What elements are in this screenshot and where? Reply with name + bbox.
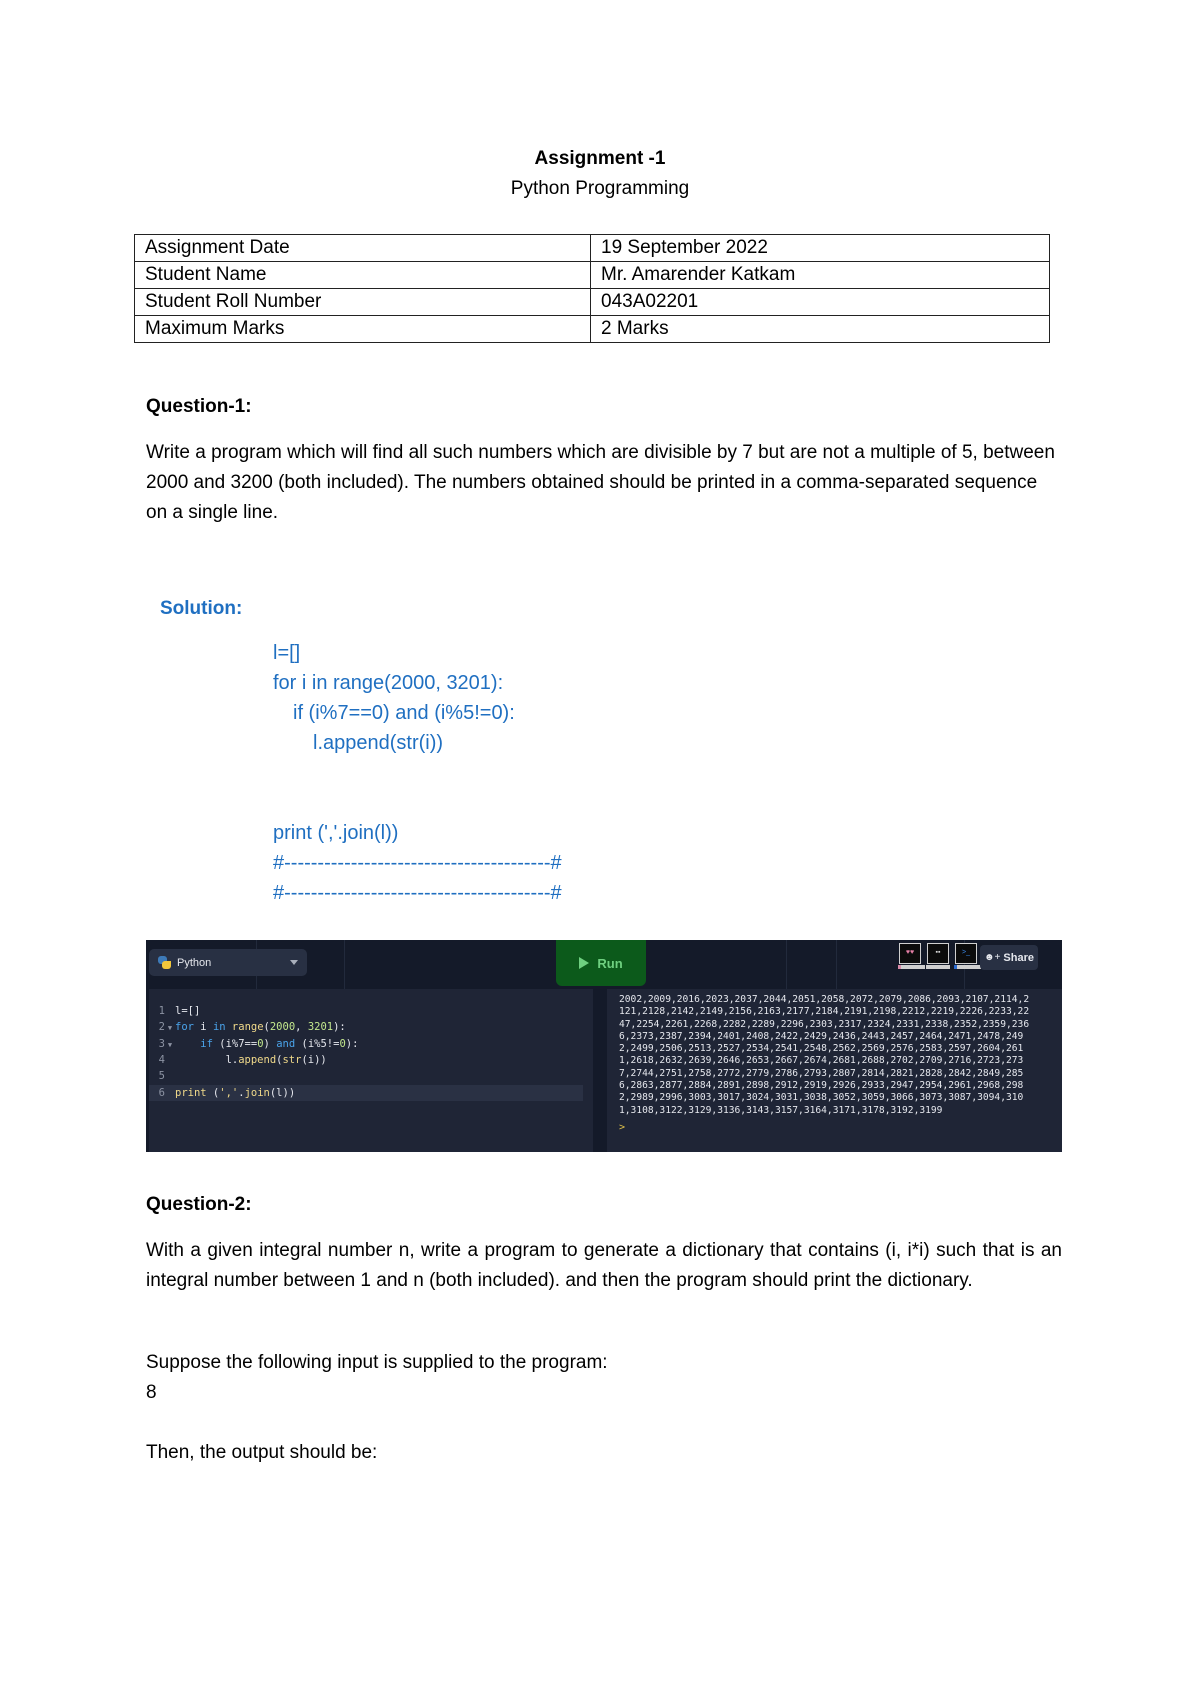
- console-output: 2002,2009,2016,2023,2037,2044,2051,2058,…: [619, 994, 1030, 1116]
- chevron-down-icon: [290, 960, 298, 965]
- code-token: ):: [333, 1021, 346, 1034]
- code-token: for: [175, 1021, 194, 1034]
- share-button[interactable]: ☻+ Share: [980, 945, 1038, 970]
- question-2-heading: Question-2:: [146, 1194, 252, 1215]
- info-value: Mr. Amarender Katkam: [590, 261, 1050, 289]
- assignment-info-table: Assignment Date 19 September 2022 Studen…: [134, 234, 1050, 343]
- pane-divider[interactable]: [594, 989, 607, 1152]
- code-token: (l)): [269, 1086, 296, 1099]
- fold-arrow-icon[interactable]: ▼: [165, 1037, 175, 1053]
- solution-code-line: print (','.join(l)): [273, 822, 399, 844]
- info-label: Student Name: [134, 261, 591, 289]
- language-select[interactable]: Python: [149, 949, 307, 976]
- input-value: 8: [146, 1382, 157, 1403]
- code-line[interactable]: 5: [149, 1068, 583, 1084]
- share-label: Share: [1003, 951, 1034, 964]
- line-number: 5: [158, 1070, 165, 1083]
- code-token: 3201: [307, 1021, 334, 1034]
- heart-eyes-avatar-icon[interactable]: ♥♥: [898, 943, 925, 970]
- code-token: ',': [219, 1086, 239, 1099]
- line-number: 1: [158, 1005, 165, 1017]
- play-icon: [579, 957, 590, 969]
- document-page: Assignment -1 Python Programming Assignm…: [0, 0, 1200, 1698]
- code-token: l=[]: [175, 1005, 201, 1017]
- info-label: Student Roll Number: [134, 288, 591, 316]
- code-token: l.: [175, 1053, 239, 1066]
- info-label: Assignment Date: [134, 234, 591, 262]
- code-token: join: [244, 1086, 270, 1099]
- solution-heading: Solution:: [160, 598, 243, 619]
- solution-code-line: l=[]: [273, 642, 301, 664]
- code-line[interactable]: 1 l=[]: [149, 1003, 583, 1019]
- solution-separator: #---------------------------------------…: [273, 852, 562, 874]
- neutral-face-avatar-icon[interactable]: ▪▪: [926, 943, 950, 970]
- code-token: print: [175, 1086, 207, 1099]
- code-token: (i)): [301, 1053, 327, 1066]
- question-1-heading: Question-1:: [146, 396, 252, 417]
- terminal-face-avatar-icon[interactable]: >_: [954, 943, 981, 970]
- assignment-title: Assignment -1: [534, 148, 666, 169]
- info-value: 043A02201: [590, 288, 1050, 316]
- add-user-icon: ☻+: [984, 952, 1001, 963]
- info-label: Maximum Marks: [134, 315, 591, 343]
- input-intro: Suppose the following input is supplied …: [146, 1352, 608, 1373]
- output-console[interactable]: 2002,2009,2016,2023,2037,2044,2051,2058,…: [607, 989, 1062, 1152]
- code-token: 2000: [269, 1021, 296, 1034]
- info-row: Assignment Date 19 September 2022: [134, 234, 1050, 262]
- code-line[interactable]: 4 l.append(str(i)): [149, 1052, 583, 1068]
- code-token: ,: [295, 1021, 308, 1034]
- code-token: ):: [345, 1037, 359, 1050]
- line-number: 2: [158, 1021, 165, 1034]
- info-row: Maximum Marks 2 Marks: [134, 315, 1050, 343]
- info-value: 19 September 2022: [590, 234, 1050, 262]
- run-label: Run: [597, 955, 623, 971]
- code-token: and: [276, 1037, 296, 1050]
- fold-arrow-icon[interactable]: ▼: [165, 1020, 175, 1036]
- code-line[interactable]: 3 ▼ if (i%7==0) and (i%5!=0):: [149, 1036, 583, 1052]
- code-token: in: [212, 1021, 226, 1034]
- course-subtitle: Python Programming: [510, 178, 690, 199]
- line-number: 6: [158, 1086, 165, 1099]
- collaborator-avatars: ♥♥ ▪▪ >_: [898, 943, 981, 970]
- info-row: Student Roll Number 043A02201: [134, 288, 1050, 316]
- info-value: 2 Marks: [590, 315, 1050, 343]
- question-1-text: Write a program which will find all such…: [146, 442, 1055, 523]
- code-editor[interactable]: 1 l=[] 2 ▼ for i in range(2000, 3201): 3 ▼ if …: [149, 989, 593, 1152]
- run-button[interactable]: Run: [556, 940, 646, 986]
- ide-screenshot: Python Run ♥♥ ▪▪ >_ ☻+ Share 1 l=[] 2 ▼ for …: [146, 940, 1062, 1152]
- solution-separator: #---------------------------------------…: [273, 882, 562, 904]
- info-row: Student Name Mr. Amarender Katkam: [134, 261, 1050, 289]
- language-label: Python: [177, 956, 212, 969]
- code-token: ): [263, 1037, 277, 1050]
- code-line[interactable]: 6 print (','.join(l)): [149, 1084, 583, 1101]
- code-token: if: [200, 1037, 213, 1050]
- line-number: 3: [158, 1037, 165, 1050]
- python-logo-icon: [158, 956, 171, 969]
- code-token: range: [231, 1021, 264, 1034]
- code-line[interactable]: 2 ▼ for i in range(2000, 3201):: [149, 1019, 583, 1035]
- code-token: str: [282, 1053, 302, 1066]
- code-token: i: [193, 1021, 213, 1034]
- line-number: 4: [158, 1053, 165, 1066]
- question-2-text: With a given integral number n, write a …: [146, 1240, 1062, 1291]
- solution-code-line: if (i%7==0) and (i%5!=0):: [293, 702, 515, 724]
- console-prompt: >: [619, 1122, 626, 1133]
- solution-code-line: for i in range(2000, 3201):: [273, 672, 504, 694]
- code-token: append: [238, 1053, 277, 1066]
- output-intro: Then, the output should be:: [146, 1442, 378, 1463]
- code-token: (i%5!=: [295, 1037, 340, 1050]
- solution-code-line: l.append(str(i)): [313, 732, 444, 754]
- code-token: (i%7==: [212, 1037, 258, 1050]
- code-token: (: [206, 1086, 220, 1099]
